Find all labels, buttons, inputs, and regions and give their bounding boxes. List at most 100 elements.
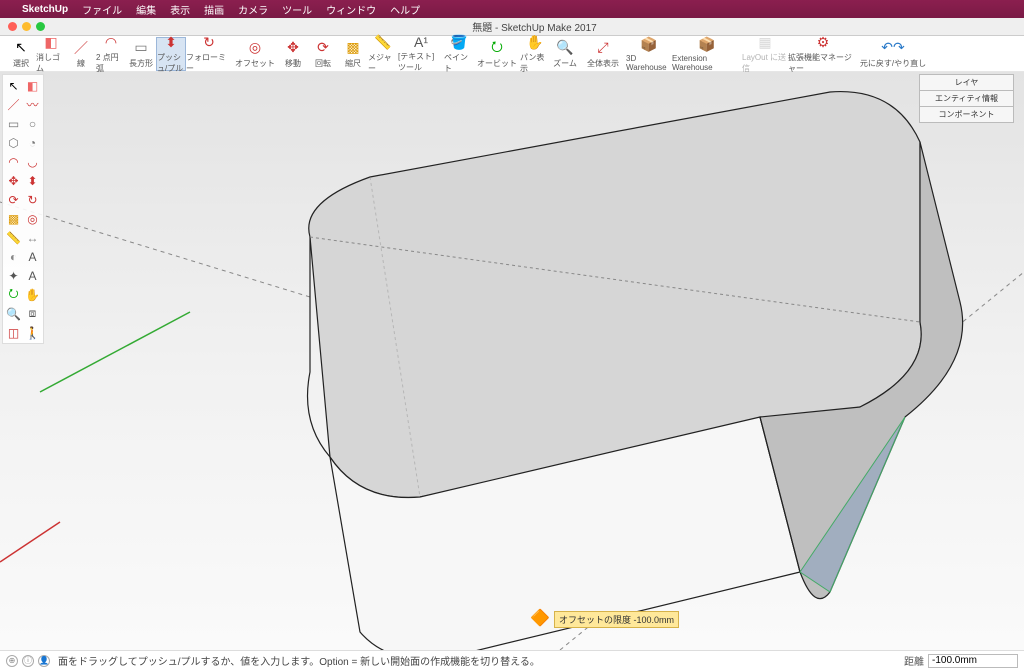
- tape-icon: 📏: [374, 34, 392, 51]
- zoom-icon: 🔍: [556, 39, 574, 57]
- pal-axes[interactable]: ✦: [4, 266, 23, 285]
- pal-3dtext[interactable]: A: [23, 266, 42, 285]
- pal-move[interactable]: ✥: [4, 171, 23, 190]
- measure-label: 距離: [904, 653, 924, 668]
- tool-text[interactable]: A¹[テキスト] ツール: [398, 37, 444, 71]
- status-bar: ⊕ ⓘ 👤 面をドラッグしてプッシュ/プルするか、値を入力します。Option …: [0, 650, 1024, 670]
- tool-zoom[interactable]: 🔍ズーム: [550, 37, 580, 71]
- tool-tape[interactable]: 📏メジャー: [368, 37, 398, 71]
- tool-label: 拡張機能マネージャー: [788, 52, 858, 74]
- rotate-icon: ⟳: [314, 39, 332, 57]
- pal-zoomwin[interactable]: ⧈: [23, 304, 42, 323]
- pal-circle[interactable]: ○: [23, 114, 42, 133]
- tool-label: 消しゴム: [36, 52, 66, 74]
- zoomext-icon: ⤢: [594, 39, 612, 57]
- tool-label: メジャー: [368, 52, 398, 74]
- pal-rect[interactable]: ▭: [4, 114, 23, 133]
- tool-orbit[interactable]: ⭮オービット: [474, 37, 520, 71]
- tool-label: 選択: [13, 58, 29, 69]
- pal-pan[interactable]: ✋: [23, 285, 42, 304]
- tool-3dwh[interactable]: 📦3D Warehouse: [626, 37, 672, 71]
- pal-text[interactable]: A: [23, 247, 42, 266]
- panel-components[interactable]: コンポーネント: [919, 106, 1014, 123]
- pal-offset[interactable]: ◎: [23, 209, 42, 228]
- followme-icon: ↻: [200, 34, 218, 51]
- pal-scale[interactable]: ▩: [4, 209, 23, 228]
- pal-arc2[interactable]: ◡: [23, 152, 42, 171]
- tool-label: 全体表示: [587, 58, 619, 69]
- pal-arc[interactable]: ◠: [4, 152, 23, 171]
- tool-rect[interactable]: ▭長方形: [126, 37, 156, 71]
- tooltip: オフセットの限度 -100.0mm: [554, 611, 679, 628]
- tool-pan[interactable]: ✋パン表示: [520, 37, 550, 71]
- tool-move[interactable]: ✥移動: [278, 37, 308, 71]
- tool-followme[interactable]: ↻フォローミー: [186, 37, 232, 71]
- pal-rotate[interactable]: ⟳: [4, 190, 23, 209]
- minimize-icon[interactable]: [22, 22, 31, 31]
- pal-line[interactable]: ／: [4, 95, 23, 114]
- pal-eraser[interactable]: ◧: [23, 76, 42, 95]
- tool-palette: ↖◧／〰▭○⬡◔◠◡✥⬍⟳↻▩◎📏↔◐A✦A⭮✋🔍⧈◫🚶: [2, 74, 44, 344]
- app-name[interactable]: SketchUp: [22, 4, 68, 15]
- tool-arc[interactable]: ◠2 点円弧: [96, 37, 126, 71]
- tool-label: フォローミー: [186, 52, 232, 74]
- menu-tools[interactable]: ツール: [282, 2, 312, 17]
- paint-icon: 🪣: [450, 34, 468, 51]
- tool-rotate[interactable]: ⟳回転: [308, 37, 338, 71]
- window-title: 無題 - SketchUp Make 2017: [45, 19, 1024, 34]
- pal-section[interactable]: ◫: [4, 323, 23, 342]
- pal-poly[interactable]: ⬡: [4, 133, 23, 152]
- menu-file[interactable]: ファイル: [82, 2, 122, 17]
- pal-orbit[interactable]: ⭮: [4, 285, 23, 304]
- menu-camera[interactable]: カメラ: [238, 2, 268, 17]
- tool-undo[interactable]: ↶↷元に戻す/やり直し: [858, 37, 928, 71]
- panel-layers[interactable]: レイヤ: [919, 74, 1014, 91]
- menu-view[interactable]: 表示: [170, 2, 190, 17]
- tool-eraser[interactable]: ◧消しゴム: [36, 37, 66, 71]
- menu-edit[interactable]: 編集: [136, 2, 156, 17]
- panel-entity-info[interactable]: エンティティ情報: [919, 90, 1014, 107]
- pal-freehand[interactable]: 〰: [23, 95, 42, 114]
- extwh-icon: 📦: [698, 36, 716, 53]
- pal-walk[interactable]: 🚶: [23, 323, 42, 342]
- tool-paint[interactable]: 🪣ペイント: [444, 37, 474, 71]
- 3d-viewport[interactable]: [0, 72, 1024, 650]
- select-icon: ↖: [12, 39, 30, 57]
- pal-zoom[interactable]: 🔍: [4, 304, 23, 323]
- pal-select[interactable]: ↖: [4, 76, 23, 95]
- maximize-icon[interactable]: [36, 22, 45, 31]
- tool-line[interactable]: ／線: [66, 37, 96, 71]
- menu-window[interactable]: ウィンドウ: [326, 2, 376, 17]
- scale-icon: ▩: [344, 39, 362, 57]
- tool-pushpull[interactable]: ⬍プッシュ/プル: [156, 37, 186, 71]
- menu-help[interactable]: ヘルプ: [390, 2, 420, 17]
- pal-pie[interactable]: ◔: [23, 133, 42, 152]
- extmgr-icon: ⚙: [814, 34, 832, 51]
- measure-input[interactable]: [928, 654, 1018, 668]
- tool-zoomext[interactable]: ⤢全体表示: [580, 37, 626, 71]
- pan-icon: ✋: [526, 34, 544, 51]
- close-icon[interactable]: [8, 22, 17, 31]
- tool-label: ペイント: [444, 52, 474, 74]
- right-panels: レイヤ エンティティ情報 コンポーネント: [919, 74, 1014, 122]
- menu-draw[interactable]: 描画: [204, 2, 224, 17]
- tool-scale[interactable]: ▩縮尺: [338, 37, 368, 71]
- tool-offset[interactable]: ◎オフセット: [232, 37, 278, 71]
- pal-followme[interactable]: ↻: [23, 190, 42, 209]
- rect-icon: ▭: [132, 39, 150, 57]
- credits-indicator-icon: ⓘ: [22, 655, 34, 667]
- pal-dim[interactable]: ↔: [23, 228, 42, 247]
- tool-extwh[interactable]: 📦Extension Warehouse: [672, 37, 742, 71]
- tool-layout[interactable]: ▦LayOut に送信: [742, 37, 788, 71]
- tool-extmgr[interactable]: ⚙拡張機能マネージャー: [788, 37, 858, 71]
- pushpull-cursor-icon: 🔶: [530, 608, 550, 628]
- status-hint: 面をドラッグしてプッシュ/プルするか、値を入力します。Option = 新しい開…: [58, 653, 904, 668]
- tool-select[interactable]: ↖選択: [6, 37, 36, 71]
- tool-label: 線: [77, 58, 85, 69]
- pal-protractor[interactable]: ◐: [4, 247, 23, 266]
- tool-label: オービット: [477, 58, 517, 69]
- tool-label: LayOut に送信: [742, 52, 788, 74]
- pal-tape[interactable]: 📏: [4, 228, 23, 247]
- line-icon: ／: [72, 39, 90, 57]
- pal-pushpull[interactable]: ⬍: [23, 171, 42, 190]
